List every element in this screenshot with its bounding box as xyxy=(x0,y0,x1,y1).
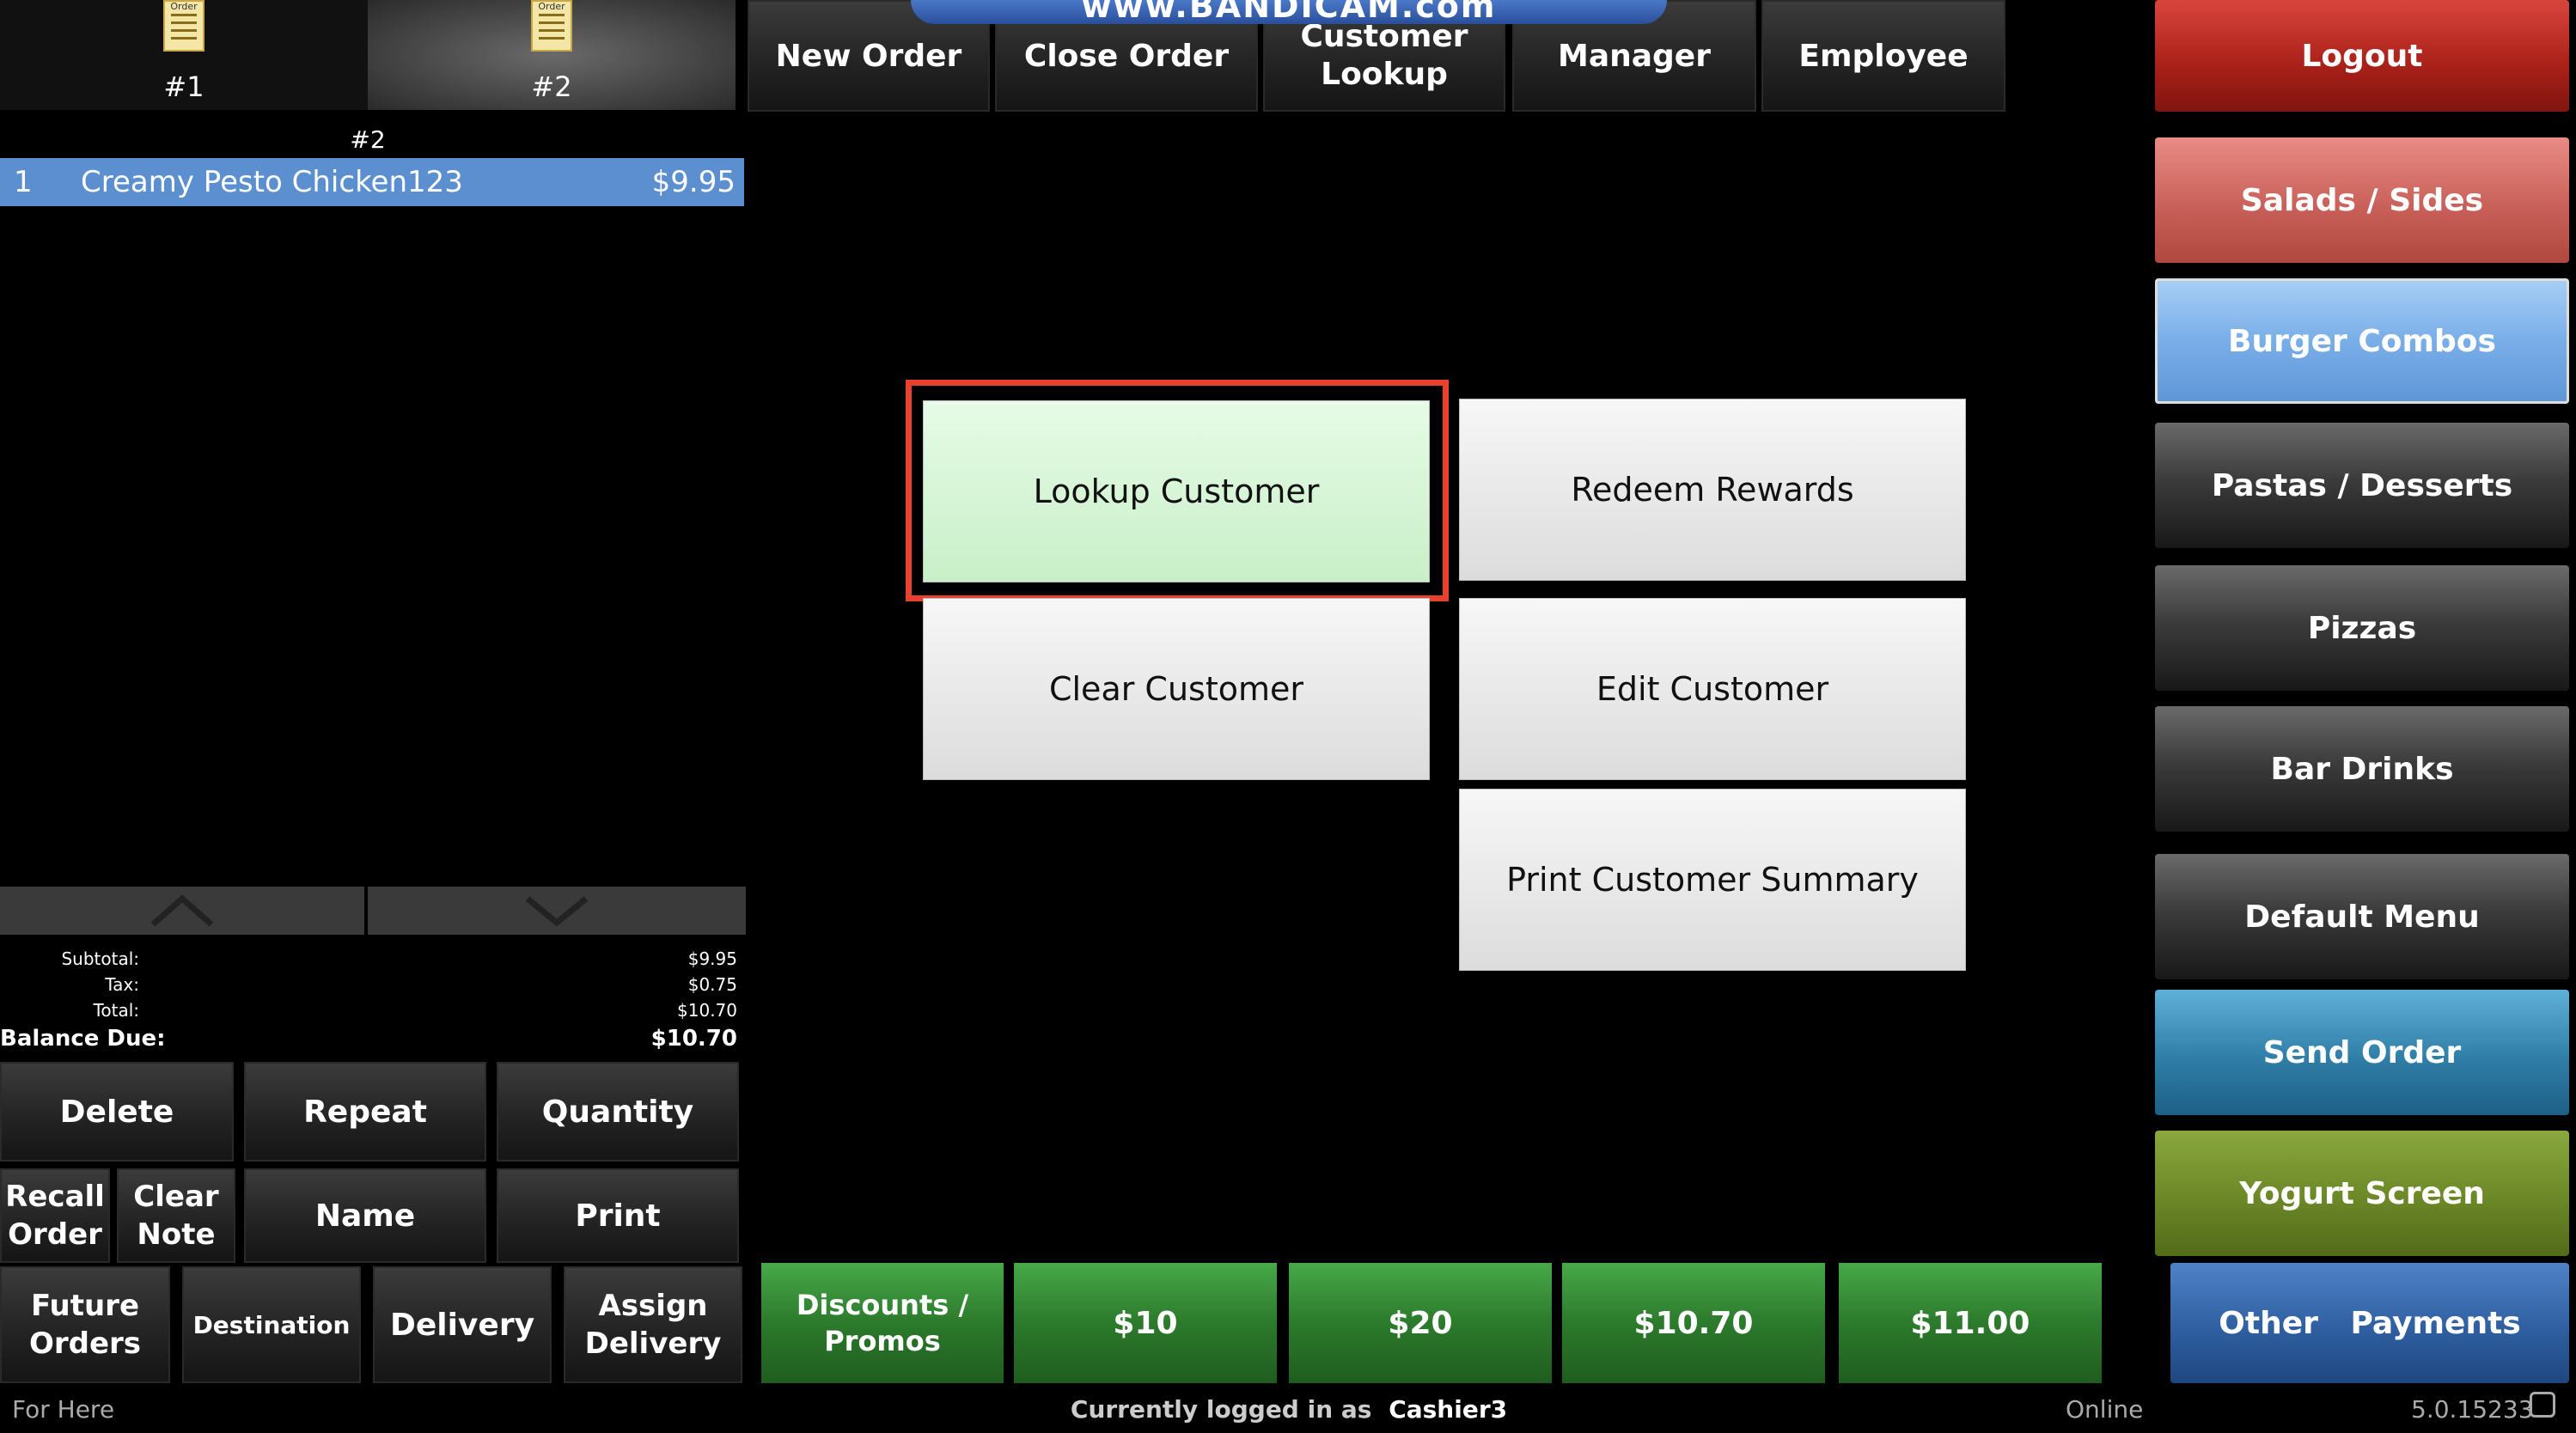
fullscreen-toggle-icon[interactable] xyxy=(2530,1392,2555,1418)
total-value: $10.70 xyxy=(677,1000,737,1021)
login-status: Currently logged in as Cashier3 xyxy=(859,1395,1718,1424)
chevron-down-icon xyxy=(525,896,589,927)
subtotal-value: $9.95 xyxy=(687,948,737,969)
order-tab-label: #2 xyxy=(531,70,572,103)
lookup-customer-button[interactable]: Lookup Customer xyxy=(923,400,1430,582)
pizzas-button[interactable]: Pizzas xyxy=(2155,565,2569,691)
balance-due-label: Balance Due: xyxy=(0,1026,166,1052)
order-header: #2 xyxy=(350,125,386,154)
chevron-up-icon xyxy=(150,894,214,927)
order-item-qty: 1 xyxy=(14,165,33,199)
recall-order-button[interactable]: Recall Order xyxy=(0,1168,110,1263)
order-item-price: $9.95 xyxy=(651,165,736,199)
connection-status: Online xyxy=(2066,1395,2144,1424)
pay-20-button[interactable]: $20 xyxy=(1289,1263,1552,1383)
watermark-banner: www.BANDICAM.com xyxy=(911,0,1667,25)
tax-label: Tax: xyxy=(105,974,139,995)
tax-value: $0.75 xyxy=(687,974,737,995)
name-button[interactable]: Name xyxy=(244,1168,486,1263)
delivery-button[interactable]: Delivery xyxy=(373,1266,552,1383)
balance-due-value: $10.70 xyxy=(650,1026,737,1052)
destination-button[interactable]: Destination xyxy=(182,1266,361,1383)
future-orders-button[interactable]: Future Orders xyxy=(0,1266,170,1383)
default-menu-button[interactable]: Default Menu xyxy=(2155,854,2569,979)
login-status-prefix: Currently logged in as xyxy=(1070,1395,1372,1424)
delete-button[interactable]: Delete xyxy=(0,1062,234,1162)
watermark-text: www.BANDICAM.com xyxy=(1081,0,1497,25)
send-order-button[interactable]: Send Order xyxy=(2155,990,2569,1115)
order-tab-2[interactable]: #2 xyxy=(368,0,736,110)
pay-exact-button[interactable]: $10.70 xyxy=(1562,1263,1825,1383)
subtotal-label: Subtotal: xyxy=(61,948,139,969)
quantity-button[interactable]: Quantity xyxy=(497,1062,739,1162)
salads-sides-button[interactable]: Salads / Sides xyxy=(2155,137,2569,263)
pastas-desserts-button[interactable]: Pastas / Desserts xyxy=(2155,423,2569,548)
clear-note-button[interactable]: Clear Note xyxy=(117,1168,235,1263)
burger-combos-button[interactable]: Burger Combos xyxy=(2155,278,2569,404)
version-label: 5.0.15233 xyxy=(2411,1395,2534,1424)
clear-customer-button[interactable]: Clear Customer xyxy=(923,598,1430,780)
discounts-promos-button[interactable]: Discounts / Promos xyxy=(761,1263,1004,1383)
logout-button[interactable]: Logout xyxy=(2155,0,2569,112)
bar-drinks-button[interactable]: Bar Drinks xyxy=(2155,706,2569,832)
total-label: Total: xyxy=(93,1000,139,1021)
order-ticket-icon xyxy=(163,0,204,52)
employee-button[interactable]: Employee xyxy=(1761,0,2005,112)
login-user: Cashier3 xyxy=(1389,1395,1508,1424)
scroll-down-button[interactable] xyxy=(368,887,746,935)
order-item-row[interactable]: 1 Creamy Pesto Chicken123 $9.95 xyxy=(0,158,744,206)
order-type-status: For Here xyxy=(12,1395,115,1424)
other-payments-button[interactable]: Other Payments xyxy=(2170,1263,2569,1383)
order-tab-label: #1 xyxy=(163,70,204,103)
print-customer-summary-button[interactable]: Print Customer Summary xyxy=(1459,789,1966,971)
order-item-name: Creamy Pesto Chicken123 xyxy=(81,165,463,199)
repeat-button[interactable]: Repeat xyxy=(244,1062,486,1162)
scroll-up-button[interactable] xyxy=(0,887,364,935)
order-tab-1[interactable]: #1 xyxy=(0,0,368,110)
redeem-rewards-button[interactable]: Redeem Rewards xyxy=(1459,399,1966,581)
assign-delivery-button[interactable]: Assign Delivery xyxy=(564,1266,742,1383)
pay-11-button[interactable]: $11.00 xyxy=(1839,1263,2102,1383)
pay-10-button[interactable]: $10 xyxy=(1014,1263,1277,1383)
edit-customer-button[interactable]: Edit Customer xyxy=(1459,598,1966,780)
order-ticket-icon xyxy=(531,0,572,52)
yogurt-screen-button[interactable]: Yogurt Screen xyxy=(2155,1131,2569,1256)
print-button[interactable]: Print xyxy=(497,1168,739,1263)
